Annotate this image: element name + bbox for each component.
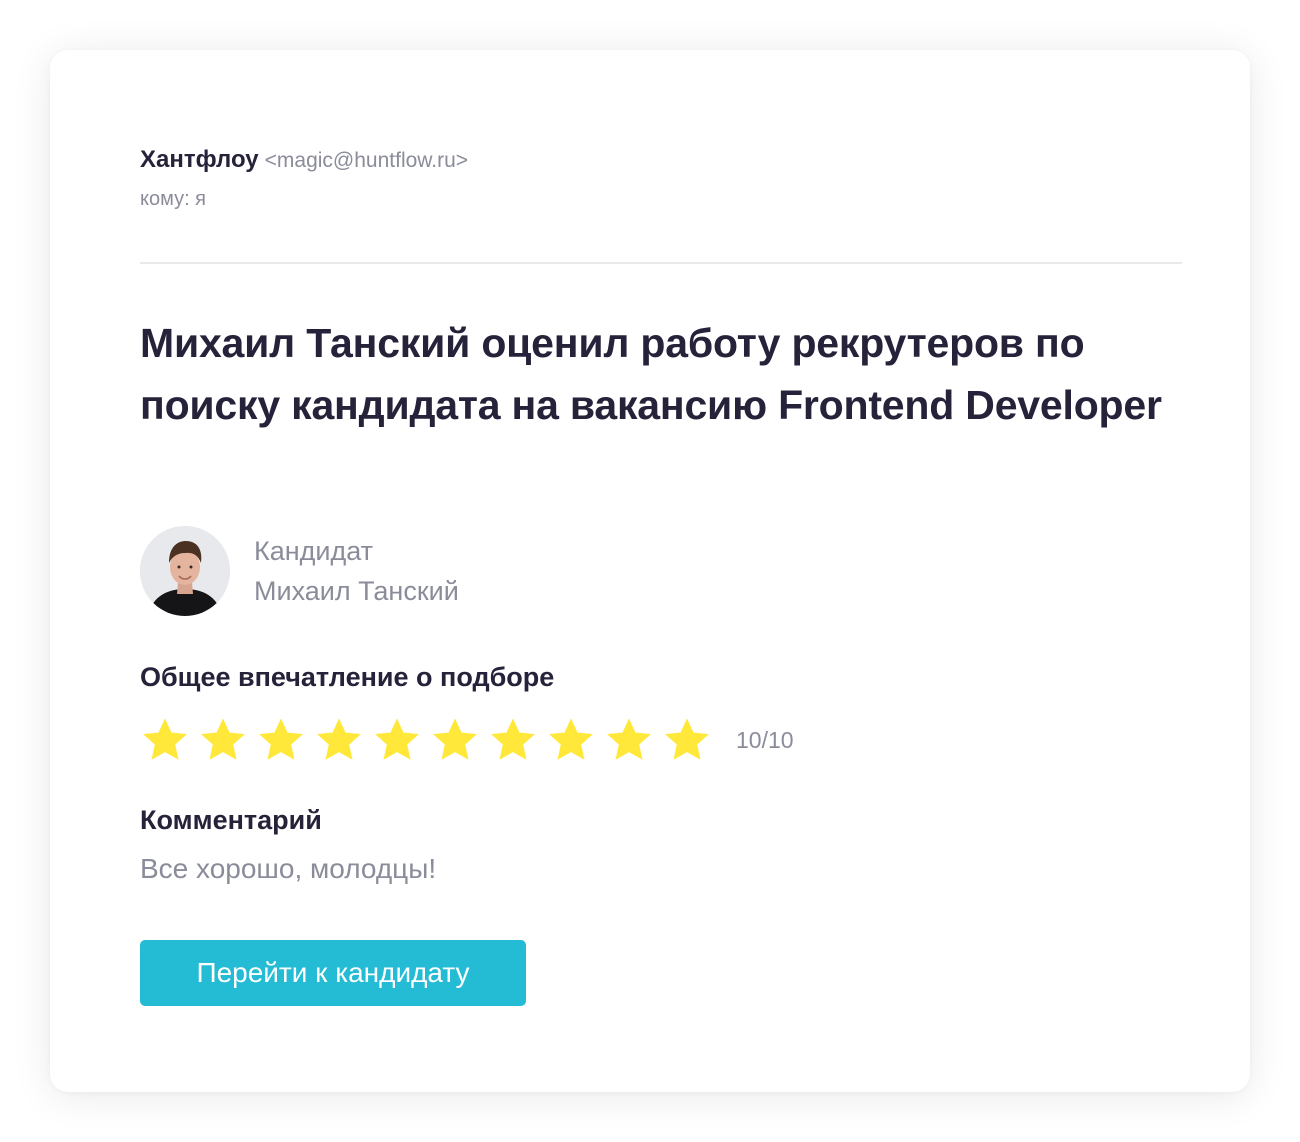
candidate-name[interactable]: Михаил Танский: [254, 571, 459, 611]
star-icon: [375, 718, 419, 760]
candidate-info: Кандидат Михаил Танский: [254, 531, 459, 611]
star-icon: [549, 718, 593, 760]
avatar: [140, 526, 230, 616]
candidate-block: Кандидат Михаил Танский: [140, 526, 459, 616]
star-icon: [433, 718, 477, 760]
star-icon: [665, 718, 709, 760]
candidate-photo: [140, 526, 230, 616]
star-icon: [201, 718, 245, 760]
rating-stars: 10/10: [140, 714, 794, 766]
comment-text: Все хорошо, молодцы!: [140, 853, 437, 884]
stars-container: [140, 715, 720, 765]
star-icon: [259, 718, 303, 760]
go-to-candidate-button[interactable]: Перейти к кандидату: [140, 940, 526, 1006]
sender-name: Хантфлоу: [140, 146, 259, 173]
recipient-line: кому: я: [140, 188, 207, 210]
rating-title: Общее впечатление о подборе: [140, 662, 555, 692]
email-card: Хантфлоу <magic@huntflow.ru> кому: я Миха…: [50, 50, 1250, 1092]
divider: [140, 262, 1182, 264]
star-icon: [317, 718, 361, 760]
candidate-role-label: Кандидат: [254, 536, 374, 566]
sender-line: Хантфлоу <magic@huntflow.ru>: [140, 146, 468, 174]
star-icon: [607, 718, 651, 760]
email-headline: Михаил Танский оценил работу рекрутеров …: [140, 320, 1162, 428]
rating-score: 10/10: [736, 726, 794, 753]
star-icon: [143, 718, 187, 760]
sender-email[interactable]: <magic@huntflow.ru>: [265, 149, 468, 172]
star-icon: [491, 718, 535, 760]
comment-title: Комментарий: [140, 805, 322, 835]
